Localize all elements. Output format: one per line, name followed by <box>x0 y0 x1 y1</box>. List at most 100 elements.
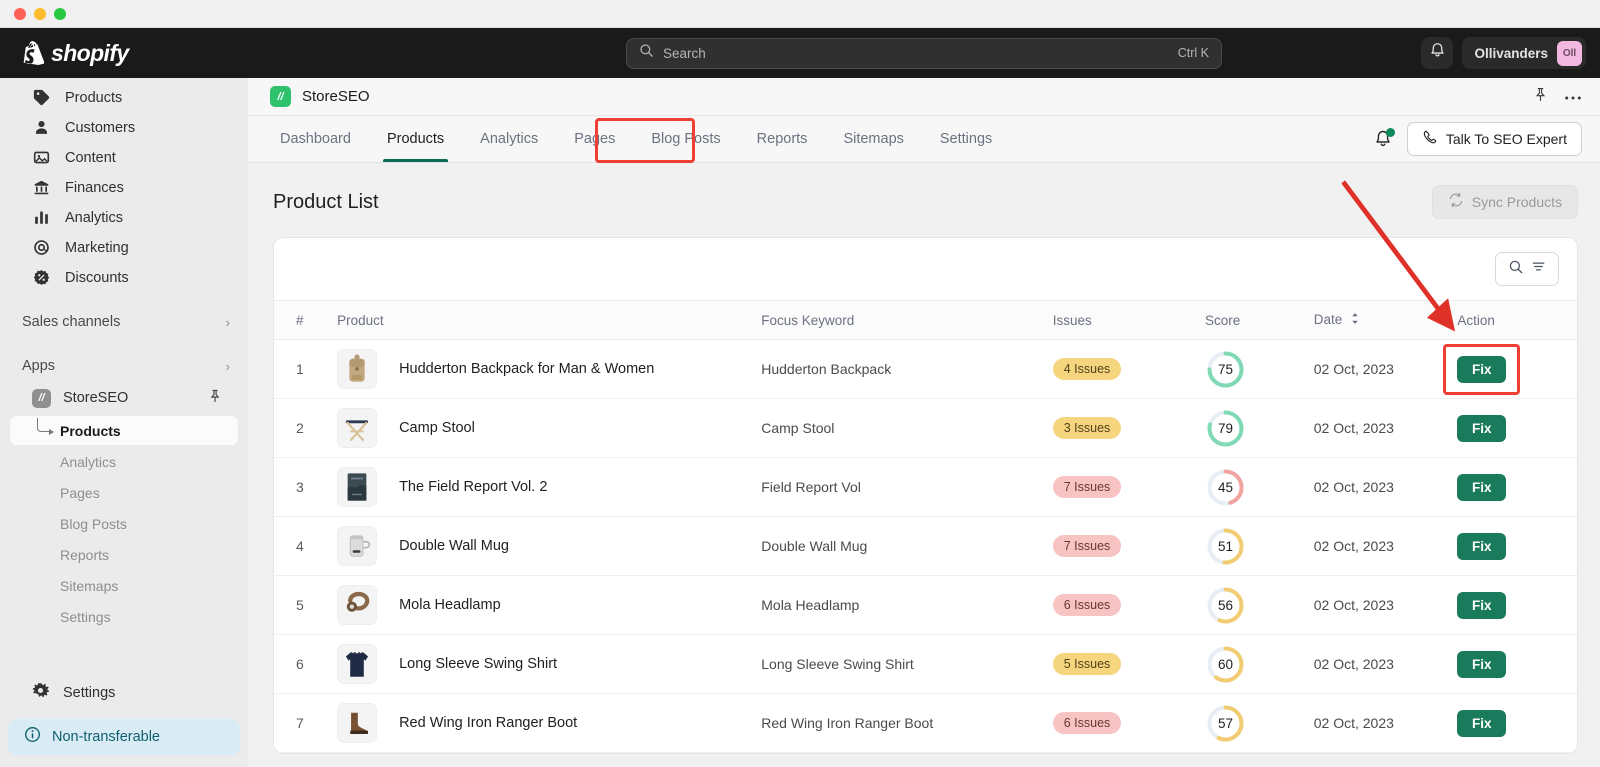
tab-label: Settings <box>939 131 993 147</box>
sidebar-item-marketing[interactable]: Marketing <box>10 233 238 262</box>
global-search-input[interactable]: Search Ctrl K <box>626 37 1222 69</box>
sidebar-subitem-label: Blog Posts <box>60 515 127 532</box>
sidebar-item-analytics[interactable]: Analytics <box>10 203 238 232</box>
expert-button-label: Talk To SEO Expert <box>1445 131 1567 147</box>
fix-button[interactable]: Fix <box>1457 532 1507 560</box>
ellipsis-icon[interactable] <box>1564 88 1582 106</box>
score-ring: 57 <box>1205 703 1246 744</box>
row-number: 2 <box>274 398 338 459</box>
row-date: 02 Oct, 2023 <box>1313 339 1458 400</box>
notifications-button[interactable] <box>1421 37 1454 69</box>
sidebar-subitem-label: Settings <box>60 608 111 625</box>
sidebar-section-sales-channels[interactable]: Sales channels › <box>0 307 248 337</box>
sync-products-button[interactable]: Sync Products <box>1431 185 1578 219</box>
product-name: Long Sleeve Swing Shirt <box>399 656 558 673</box>
sidebar-item-label: Analytics <box>65 209 124 226</box>
shopify-logo[interactable]: shopify <box>22 40 129 67</box>
focus-keyword: Double Wall Mug <box>761 537 868 554</box>
sidebar-item-storeseo-settings[interactable]: Settings <box>10 602 238 631</box>
product-thumbnail <box>337 526 378 567</box>
focus-keyword: Mola Headlamp <box>761 596 860 613</box>
tab-products[interactable]: Products <box>369 116 462 162</box>
window-minimize-button[interactable] <box>34 7 46 20</box>
discount-icon <box>32 268 51 287</box>
storeseo-notifications-button[interactable] <box>1373 128 1395 149</box>
tab-analytics[interactable]: Analytics <box>462 116 556 162</box>
sidebar-item-finances[interactable]: Finances <box>10 173 238 202</box>
row-score: 51 <box>1205 516 1314 577</box>
tab-blog-posts[interactable]: Blog Posts <box>633 116 738 162</box>
window-title-bar <box>0 0 1600 28</box>
row-focus-keyword: Field Report Vol <box>761 457 1053 518</box>
app-title: StoreSEO <box>302 88 370 105</box>
storeseo-app-header: // StoreSEO <box>248 78 1600 116</box>
tab-sitemaps[interactable]: Sitemaps <box>825 116 921 162</box>
tab-settings[interactable]: Settings <box>922 116 1010 162</box>
sort-icon[interactable] <box>1350 312 1360 328</box>
sidebar-item-storeseo-pages[interactable]: Pages <box>10 478 238 507</box>
tag-icon <box>32 88 51 107</box>
score-value: 75 <box>1217 361 1234 377</box>
issues-badge: 7 Issues <box>1052 476 1122 499</box>
table-header-row: # Product Focus Keyword Issues Score Dat… <box>274 299 1577 341</box>
sidebar-section-apps[interactable]: Apps › <box>0 351 248 381</box>
table-row[interactable]: 3 The Field Report Vol. 2 Field Report Vol… <box>274 457 1577 518</box>
sidebar-item-products[interactable]: Products <box>10 83 238 112</box>
shopify-topbar: Search Ctrl K Ollivanders Oll <box>248 28 1600 78</box>
tab-dashboard[interactable]: Dashboard <box>262 116 369 162</box>
window-maximize-button[interactable] <box>54 7 66 20</box>
date-value: 02 Oct, 2023 <box>1313 478 1394 495</box>
search-filter-button[interactable] <box>1495 252 1559 286</box>
search-shortcut: Ctrl K <box>1177 46 1209 60</box>
talk-to-seo-expert-button[interactable]: Talk To SEO Expert <box>1406 122 1582 156</box>
product-name: Mola Headlamp <box>399 597 501 614</box>
sidebar-item-storeseo-analytics[interactable]: Analytics <box>10 447 238 476</box>
fix-button[interactable]: Fix <box>1457 709 1507 737</box>
table-row[interactable]: 2 Camp Stool Camp Stool 3 Issues 79 02 Oct, 2… <box>274 398 1577 459</box>
table-row[interactable]: 4 Double Wall Mug Double Wall Mug 7 Issues 5… <box>274 516 1577 577</box>
user-name: Ollivanders <box>1474 45 1548 61</box>
sidebar-item-storeseo-reports[interactable]: Reports <box>10 540 238 569</box>
sidebar-subitem-label: Products <box>60 422 121 439</box>
fix-button[interactable]: Fix <box>1457 414 1507 442</box>
fix-button[interactable]: Fix <box>1457 650 1507 678</box>
tab-label: Dashboard <box>280 131 351 147</box>
app-header-actions <box>1533 87 1582 107</box>
table-row[interactable]: 6 Long Sleeve Swing Shirt Long Sleeve Swin… <box>274 634 1577 695</box>
sidebar-item-storeseo-products[interactable]: Products <box>10 416 238 445</box>
sidebar-item-discounts[interactable]: Discounts <box>10 263 238 292</box>
issues-badge: 4 Issues <box>1052 358 1122 381</box>
sidebar-subitem-label: Analytics <box>60 453 117 470</box>
date-value: 02 Oct, 2023 <box>1313 714 1394 731</box>
sidebar-item-storeseo-sitemaps[interactable]: Sitemaps <box>10 571 238 600</box>
row-product: Long Sleeve Swing Shirt <box>337 634 762 695</box>
sidebar-item-content[interactable]: Content <box>10 143 238 172</box>
sidebar-item-storeseo-blog-posts[interactable]: Blog Posts <box>10 509 238 538</box>
pin-icon[interactable] <box>208 389 222 408</box>
table-row[interactable]: 1 Hudderton Backpack for Man & Women Hudde… <box>274 339 1577 400</box>
score-value: 57 <box>1217 715 1234 731</box>
sidebar-app-storeseo[interactable]: // StoreSEO <box>10 383 238 413</box>
tab-pages[interactable]: Pages <box>556 116 633 162</box>
fix-button[interactable]: Fix <box>1457 473 1507 501</box>
row-number: 4 <box>274 516 338 577</box>
row-focus-keyword: Mola Headlamp <box>761 575 1053 636</box>
table-row[interactable]: 7 Red Wing Iron Ranger Boot Red Wing Iron … <box>274 693 1577 754</box>
sidebar-subitem-label: Sitemaps <box>60 577 119 594</box>
sidebar-item-settings[interactable]: Settings <box>10 678 238 708</box>
focus-keyword: Red Wing Iron Ranger Boot <box>761 714 934 731</box>
sidebar-item-customers[interactable]: Customers <box>10 113 238 142</box>
tab-reports[interactable]: Reports <box>739 116 826 162</box>
pin-icon[interactable] <box>1533 87 1548 107</box>
user-menu-button[interactable]: Ollivanders Oll <box>1462 37 1586 69</box>
storeseo-tabs: Dashboard Products Analytics Pages Blog … <box>248 116 1600 163</box>
table-row[interactable]: 5 Mola Headlamp Mola Headlamp 6 Issues 56 02 … <box>274 575 1577 636</box>
phone-icon <box>1422 129 1438 150</box>
gear-icon <box>32 682 49 704</box>
fix-button[interactable]: Fix <box>1457 355 1507 383</box>
window-close-button[interactable] <box>14 7 26 20</box>
column-header-date[interactable]: Date <box>1313 299 1458 341</box>
search-placeholder: Search <box>663 45 706 61</box>
row-date: 02 Oct, 2023 <box>1313 693 1458 754</box>
fix-button[interactable]: Fix <box>1457 591 1507 619</box>
